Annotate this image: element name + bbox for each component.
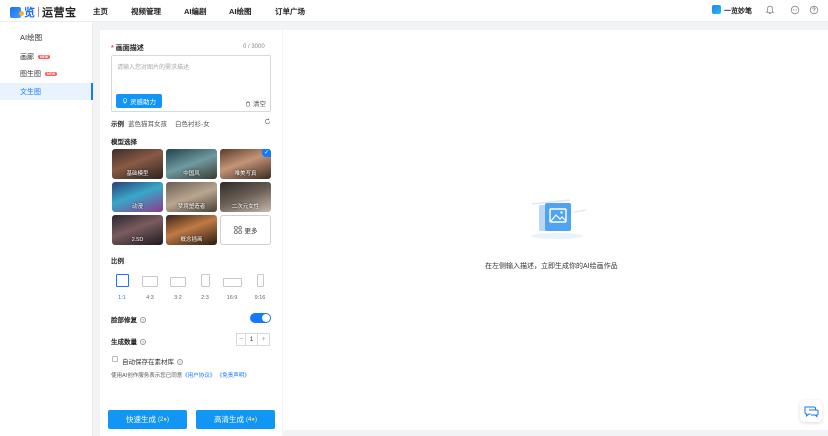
face-fix-toggle[interactable] — [250, 313, 271, 323]
logo[interactable]: 览 运营宝 — [10, 4, 77, 20]
model-card-concept-art[interactable]: 概念插画 — [166, 215, 217, 245]
ratio-label-4-3[interactable]: 4:3 — [138, 295, 162, 301]
question-icon[interactable]: ? — [140, 317, 146, 324]
ratio-option-9-16[interactable] — [257, 274, 264, 287]
ratio-label-16-9[interactable]: 16:9 — [220, 295, 244, 301]
top-bar: 览 运营宝 主页 视频管理 AI编剧 AI绘图 订单广场 一览妙笔 — [0, 0, 828, 22]
logo-brand: 览 — [24, 7, 35, 19]
description-input[interactable]: 请输入您对图片的需求描述 灵感助力 清空 — [111, 55, 271, 112]
message-icon[interactable] — [790, 5, 800, 15]
ratio-label-1-1[interactable]: 1:1 — [110, 295, 134, 301]
description-placeholder: 请输入您对图片的需求描述 — [117, 65, 190, 71]
pen-label[interactable]: 一览妙笔 — [724, 6, 752, 16]
refresh-icon[interactable] — [264, 118, 271, 125]
empty-state-illustration-icon — [531, 199, 587, 239]
more-models-button[interactable]: 更多 — [220, 215, 271, 245]
question-icon[interactable]: ? — [140, 339, 146, 346]
autosave-checkbox[interactable] — [112, 356, 118, 362]
sidebar-item-image-to-image[interactable]: 图生图 NEW — [0, 65, 93, 82]
autosave-label[interactable]: 自动保存在素材库? — [122, 356, 183, 366]
example-chip-white-shirt[interactable]: 白色衬衫-女 — [175, 118, 210, 128]
model-label: 模型选择 — [111, 139, 137, 146]
sidebar: AI绘图 画廊 NEW 图生图 NEW 文生图 — [0, 22, 93, 436]
ratio-label-9-16[interactable]: 9:16 — [248, 295, 272, 301]
nav-item-home[interactable]: 主页 — [93, 6, 108, 17]
user-agreement-link[interactable]: 《用户协议》 — [182, 373, 215, 379]
nav-item-video-management[interactable]: 视频管理 — [131, 6, 161, 17]
char-counter: 0 / 3000 — [243, 44, 265, 50]
bell-icon[interactable] — [765, 5, 775, 15]
question-icon[interactable]: ? — [177, 359, 183, 366]
fast-generate-button[interactable]: 快速生成 (2●) — [108, 410, 187, 429]
clear-button[interactable]: 清空 — [245, 98, 266, 108]
disclaimer-link[interactable]: 《免责声明》 — [217, 373, 250, 379]
model-card-2-5d[interactable]: 2.5D — [112, 215, 163, 245]
count-label: 生成数量? — [111, 339, 146, 346]
grid-icon — [233, 226, 242, 234]
pen-icon[interactable] — [712, 5, 721, 14]
ratio-option-3-2[interactable] — [170, 277, 186, 287]
model-card-anime-female[interactable]: 二次元女性 — [220, 182, 271, 212]
sidebar-item-text-to-image[interactable]: 文生图 — [0, 83, 93, 100]
trash-icon — [246, 101, 251, 107]
terms-text: 使用AI创作服务表示您已同意《用户协议》 《免责声明》 — [111, 373, 250, 379]
new-badge: NEW — [45, 71, 58, 76]
count-increment-button[interactable]: + — [257, 333, 270, 346]
model-card-chinese-style[interactable]: 中国风 — [166, 149, 217, 179]
ratio-option-2-3[interactable] — [201, 274, 210, 287]
ratio-option-16-9[interactable] — [223, 278, 242, 287]
ratio-label-3-2[interactable]: 3:2 — [166, 295, 190, 301]
ratio-option-4-3[interactable] — [142, 276, 158, 287]
nav-item-ai-drawing[interactable]: AI绘图 — [229, 6, 252, 17]
example-chip-blue-cat-girl[interactable]: 蓝色猫耳女孩 — [128, 118, 167, 128]
sidebar-title: AI绘图 — [20, 33, 43, 42]
nav-item-order-square[interactable]: 订单广场 — [275, 6, 305, 17]
app-name: 运营宝 — [42, 7, 77, 19]
selected-check-icon: ✓ — [262, 149, 271, 157]
model-card-basic[interactable]: 基础模型 — [112, 149, 163, 179]
desc-label: * 画面描述 — [111, 45, 144, 52]
model-card-anime[interactable]: 动漫 — [112, 182, 163, 212]
lightbulb-icon — [122, 98, 128, 104]
chat-icon — [804, 406, 819, 418]
hd-generate-button[interactable]: 高清生成 (4●) — [196, 410, 275, 429]
ratio-label: 比例 — [111, 258, 124, 265]
empty-state-text: 在左侧输入描述，立即生成你的AI绘画作品 — [485, 263, 618, 270]
ratio-label-2-3[interactable]: 2:3 — [193, 295, 217, 301]
example-label: 示例 — [111, 121, 124, 128]
model-card-aesthetic-portrait[interactable]: 唯美写真 ✓ — [220, 149, 271, 179]
inspiration-button[interactable]: 灵感助力 — [116, 94, 162, 108]
model-card-dream-shaper[interactable]: 梦境塑造者 — [166, 182, 217, 212]
new-badge: NEW — [38, 54, 51, 59]
logo-mark-icon — [10, 6, 24, 18]
sidebar-item-gallery[interactable]: 画廊 NEW — [0, 48, 93, 65]
nav-item-ai-script[interactable]: AI编剧 — [184, 6, 207, 17]
ratio-option-1-1[interactable] — [116, 274, 129, 287]
face-fix-label: 脸部修复? — [111, 317, 146, 324]
floating-support-button[interactable] — [800, 400, 822, 422]
help-icon[interactable] — [809, 5, 819, 15]
